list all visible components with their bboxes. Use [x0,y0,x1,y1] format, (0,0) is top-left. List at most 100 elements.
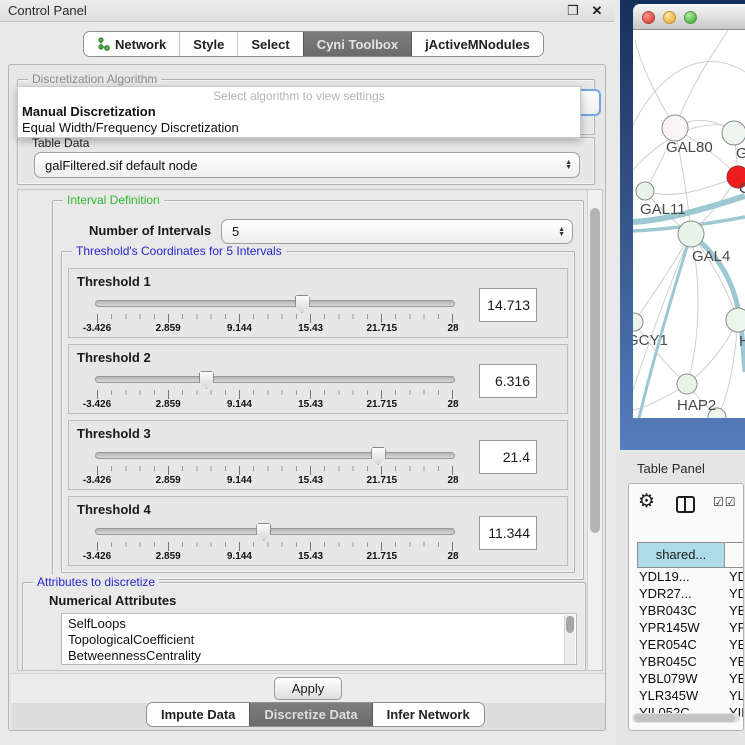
tab-jactivemnodules[interactable]: jActiveMNodules [412,32,543,56]
table-panel-box: ⚙ ☑☑ shared... name YDL19...YDL1 YDR27..… [628,483,744,731]
list-item[interactable]: TopologicalCoefficient [68,632,576,648]
table-row[interactable]: YDR27...YDR2 [637,585,744,602]
threshold-coordinates-label: Threshold's Coordinates for 5 Intervals [72,244,286,258]
node[interactable] [726,308,745,332]
slider-thumb[interactable] [256,523,271,541]
threshold-1-slider[interactable] [95,300,455,307]
list-scrollbar[interactable] [564,615,575,665]
network-view-window: GAL80 G C GAL11 GAL4 GCY1 H HAP2 [620,0,745,450]
threshold-3-panel: Threshold 3 -3.4262.8599.14415.4321.7152… [68,420,568,490]
table-data-value: galFiltered.sif default node [45,158,197,173]
columns-icon[interactable] [676,496,695,513]
slider-thumb[interactable] [371,447,386,465]
slider-ticks [97,542,453,551]
settings-scrollbar[interactable] [587,190,602,670]
number-of-intervals-combobox[interactable]: 5 ▲▼ [221,219,573,244]
table-row[interactable]: YBR043CYBR0 [637,602,744,619]
threshold-2-slider[interactable] [95,376,455,383]
network-canvas[interactable]: GAL80 G C GAL11 GAL4 GCY1 H HAP2 [633,30,745,418]
numerical-attributes-heading: Numerical Attributes [49,593,176,608]
threshold-2-panel: Threshold 2 -3.4262.8599.14415.4321.7152… [68,344,568,414]
slider-ticks [97,314,453,323]
node-gal80[interactable] [662,115,688,141]
node-gal11[interactable] [636,182,654,200]
node-gcy1[interactable] [633,313,643,331]
threshold-4-value-field[interactable]: 11.344 [479,516,537,550]
node-gal4[interactable] [678,221,704,247]
mac-close-button[interactable] [642,11,655,24]
table-row[interactable]: YBR045CYBR0 [637,653,744,670]
cyni-bottom-tabs: Impute Data Discretize Data Infer Networ… [146,702,485,727]
tab-network[interactable]: Network [84,32,180,56]
node-label: G [736,145,745,162]
node-label: GAL4 [692,248,730,265]
node-label: HAP2 [677,397,716,414]
node-table: shared... name YDL19...YDL1 YDR27...YDR2… [637,542,744,721]
gear-icon[interactable]: ⚙ [638,492,655,512]
table-row[interactable]: YBL079WYBL0 [637,670,744,687]
threshold-4-panel: Threshold 4 -3.4262.8599.14415.4321.7152… [68,496,568,566]
network-window-titlebar[interactable] [633,4,745,30]
interval-definition-group: Interval Definition Number of Intervals … [52,200,584,580]
node-label: H [739,333,745,350]
option-equal-width-frequency[interactable]: Equal Width/Frequency Discretization [22,120,239,135]
combo-spinner-icon: ▲▼ [558,220,565,243]
combo-spinner-icon: ▲▼ [565,153,572,177]
table-row[interactable]: YER054CYER0 [637,636,744,653]
slider-thumb[interactable] [199,371,214,389]
node-label: GAL80 [666,139,713,156]
table-horizontal-scrollbar[interactable] [632,713,740,723]
discretization-algorithm-label: Discretization Algorithm [28,72,161,86]
threshold-1-value-field[interactable]: 14.713 [479,288,537,322]
table-header-row: shared... name [637,542,744,568]
close-icon[interactable]: ✕ [588,2,606,20]
slider-ticks [97,390,453,399]
slider-tick-labels: -3.4262.8599.14415.4321.71528 [97,475,453,487]
apply-button[interactable]: Apply [274,677,342,700]
column-header-shared[interactable]: shared... [637,542,725,568]
threshold-1-panel: Threshold 1 -3.4262.8599.14415.4321.7152… [68,268,568,338]
number-of-intervals-value: 5 [232,224,239,239]
table-data-label: Table Data [28,136,93,150]
table-row[interactable]: YLR345WYLR3 [637,687,744,704]
tab-select[interactable]: Select [238,32,303,56]
network-icon [97,37,110,51]
list-item[interactable]: SelfLoops [68,616,576,632]
settings-scroll-area: Interval Definition Number of Intervals … [17,189,603,671]
apply-row: Apply [11,673,605,703]
number-of-intervals-label: Number of Intervals [89,223,211,238]
table-row[interactable]: YPR145WYPR1 [637,619,744,636]
settings-scrollbar-thumb[interactable] [590,208,600,533]
node[interactable] [722,121,745,145]
table-data-combobox[interactable]: galFiltered.sif default node ▲▼ [34,152,580,178]
float-window-icon[interactable]: ❒ [564,2,582,20]
table-scrollbar-thumb[interactable] [634,714,735,722]
threshold-4-slider[interactable] [95,528,455,535]
list-item[interactable]: BetweennessCentrality [68,648,576,664]
list-scrollbar-thumb[interactable] [566,616,574,633]
mac-minimize-button[interactable] [663,11,676,24]
slider-thumb[interactable] [295,295,310,313]
tab-cyni-toolbox[interactable]: Cyni Toolbox [304,32,412,56]
algorithm-dropdown-popup: Select algorithm to view settings Manual… [17,86,581,138]
node-hap2[interactable] [677,374,697,394]
option-manual-discretization[interactable]: Manual Discretization [22,104,156,119]
threshold-3-value-field[interactable]: 21.4 [479,440,537,474]
slider-tick-labels: -3.4262.8599.14415.4321.71528 [97,551,453,563]
threshold-2-value-field[interactable]: 6.316 [479,364,537,398]
tab-impute-data[interactable]: Impute Data [147,703,250,726]
node-label: C [739,180,745,197]
select-checkboxes-icon[interactable]: ☑☑ [713,495,737,509]
tab-style[interactable]: Style [180,32,238,56]
tab-infer-network[interactable]: Infer Network [372,703,484,726]
cyni-toolbox-panel: Discretization Algorithm Select algorith… [8,64,606,731]
column-header-name[interactable]: name [725,542,744,568]
threshold-coordinates-group: Threshold's Coordinates for 5 Intervals … [61,251,575,573]
table-row[interactable]: YDL19...YDL1 [637,568,744,585]
table-data-group: Table Data galFiltered.sif default node … [17,137,595,185]
algorithm-hint: Select algorithm to view settings [18,89,580,103]
node-label: GAL11 [640,201,686,218]
threshold-3-slider[interactable] [95,452,455,459]
tab-discretize-data[interactable]: Discretize Data [250,703,371,726]
mac-zoom-button[interactable] [684,11,697,24]
